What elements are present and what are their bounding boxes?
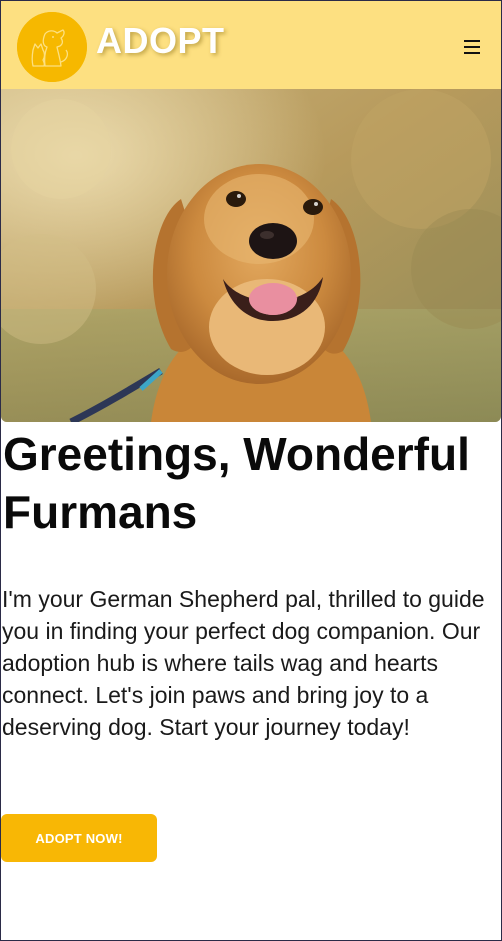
hamburger-menu-icon[interactable] — [462, 37, 484, 55]
hero-image — [1, 89, 501, 422]
brand-name: ADOPT — [96, 20, 225, 61]
logo[interactable] — [17, 12, 87, 82]
page-frame: ADOPT Greetings, Wonderful Furmans I'm y… — [0, 0, 502, 941]
menu-line-middle — [464, 46, 480, 48]
dog-and-cat-icon — [17, 12, 87, 82]
menu-line-bottom — [464, 52, 480, 54]
golden-retriever-photo — [1, 89, 501, 422]
intro-text: I'm your German Shepherd pal, thrilled t… — [2, 586, 485, 740]
page-title: Greetings, Wonderful Furmans — [3, 428, 470, 538]
adopt-now-button[interactable]: ADOPT NOW! — [1, 814, 157, 862]
site-header: ADOPT — [1, 1, 501, 89]
menu-line-top — [464, 40, 480, 42]
